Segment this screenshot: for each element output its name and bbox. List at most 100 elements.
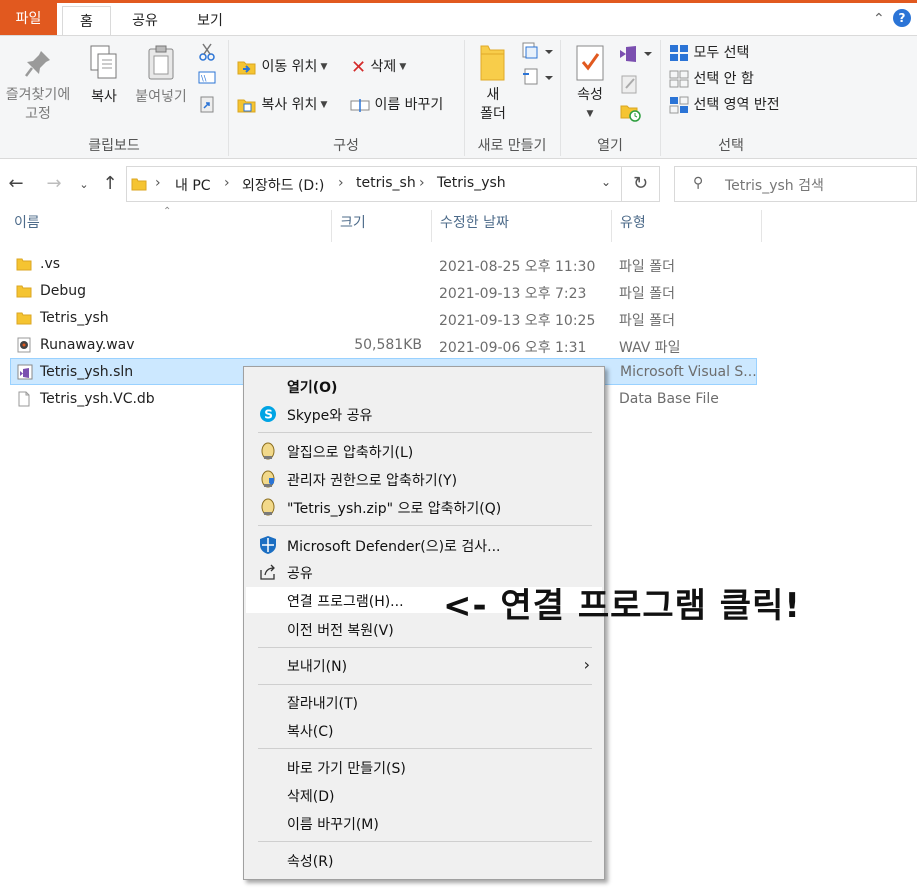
refresh-icon[interactable]: ↻ bbox=[622, 166, 660, 202]
cut-button[interactable] bbox=[198, 42, 216, 66]
chevron-down-icon: ▼ bbox=[399, 62, 407, 72]
menu-item-skype-share[interactable]: S Skype와 공유 bbox=[246, 401, 602, 427]
copy-path-button[interactable]: \\ bbox=[198, 70, 216, 90]
breadcrumb-separator-icon[interactable]: › bbox=[155, 175, 161, 191]
copy-button[interactable]: 복사 bbox=[84, 44, 124, 107]
file-type: WAV 파일 bbox=[619, 340, 681, 356]
paste-button[interactable]: 붙여넣기 bbox=[130, 44, 192, 107]
file-type: Data Base File bbox=[619, 391, 719, 407]
invert-selection-icon bbox=[669, 96, 689, 114]
paste-shortcut-button[interactable] bbox=[198, 94, 216, 118]
column-header-type[interactable]: 유형 bbox=[620, 212, 646, 242]
column-divider[interactable] bbox=[761, 210, 762, 242]
file-row[interactable]: Tetris_ysh 2021-09-13 오후 10:25 파일 폴더 bbox=[10, 305, 757, 332]
search-input[interactable]: ⚲ Tetris_ysh 검색 bbox=[674, 166, 917, 202]
recent-locations-chevron-icon[interactable]: ⌄ bbox=[74, 175, 94, 195]
menu-item-alzip-compress[interactable]: 알집으로 압축하기(L) bbox=[246, 438, 602, 464]
file-type: 파일 폴더 bbox=[619, 259, 675, 275]
column-header-date[interactable]: 수정한 날짜 bbox=[440, 212, 509, 242]
breadcrumb-tetris-ysh[interactable]: Tetris_ysh bbox=[437, 175, 506, 191]
history-button[interactable] bbox=[620, 102, 642, 126]
copy-icon bbox=[90, 45, 117, 79]
menu-item-rename[interactable]: 이름 바꾸기(M) bbox=[246, 810, 602, 836]
properties-icon bbox=[576, 45, 604, 81]
menu-item-create-shortcut[interactable]: 바로 가기 만들기(S) bbox=[246, 754, 602, 780]
move-to-label: 이동 위치 bbox=[261, 59, 318, 75]
select-all-button[interactable]: 모두 선택 bbox=[669, 42, 749, 62]
breadcrumb-tetris-sh[interactable]: tetris_sh bbox=[356, 175, 416, 191]
file-row[interactable]: .vs 2021-08-25 오후 11:30 파일 폴더 bbox=[10, 251, 757, 278]
forward-arrow-icon[interactable]: → bbox=[44, 174, 64, 194]
menu-item-label: Skype와 공유 bbox=[287, 408, 373, 424]
delete-x-icon: ✕ bbox=[351, 56, 367, 78]
properties-button[interactable]: 속성 ▼ bbox=[568, 44, 612, 124]
back-arrow-icon[interactable]: ← bbox=[6, 174, 26, 194]
rename-button[interactable]: 이름 바꾸기 bbox=[350, 94, 443, 114]
ribbon-collapse-icon[interactable]: ⌃ bbox=[873, 11, 887, 27]
invert-selection-button[interactable]: 선택 영역 반전 bbox=[669, 94, 780, 114]
address-dropdown-chevron-icon[interactable]: ⌄ bbox=[601, 175, 611, 189]
menu-item-open[interactable]: 열기(O) bbox=[246, 373, 602, 399]
tab-view[interactable]: 보기 bbox=[190, 6, 230, 38]
menu-item-label: 복사(C) bbox=[287, 724, 334, 740]
svg-text:S: S bbox=[264, 408, 273, 422]
breadcrumb-separator-icon[interactable]: › bbox=[338, 175, 344, 191]
menu-item-defender-scan[interactable]: Microsoft Defender(으)로 검사... bbox=[246, 532, 602, 558]
skype-icon: S bbox=[260, 406, 276, 422]
alzip-icon bbox=[261, 498, 275, 516]
menu-item-label: 삭제(D) bbox=[287, 789, 335, 805]
copy-to-icon bbox=[237, 99, 256, 113]
pin-label-1: 즐겨찾기에 bbox=[5, 87, 71, 103]
menu-item-cut[interactable]: 잘라내기(T) bbox=[246, 689, 602, 715]
copy-label: 복사 bbox=[91, 89, 117, 105]
tab-file[interactable]: 파일 bbox=[0, 3, 57, 35]
menu-item-alzip-admin[interactable]: 관리자 권한으로 압축하기(Y) bbox=[246, 466, 602, 492]
visual-studio-icon bbox=[620, 46, 652, 62]
breadcrumb-separator-icon[interactable]: › bbox=[224, 175, 230, 191]
move-to-button[interactable]: 이동 위치 ▼ bbox=[237, 56, 327, 76]
column-divider[interactable] bbox=[331, 210, 332, 242]
column-header-name[interactable]: 이름 bbox=[14, 212, 40, 242]
menu-item-label: 보내기(N) bbox=[287, 659, 348, 675]
select-none-button[interactable]: 선택 안 함 bbox=[669, 68, 754, 88]
menu-item-properties[interactable]: 속성(R) bbox=[246, 847, 602, 873]
column-header-size[interactable]: 크기 bbox=[340, 212, 366, 242]
file-date: 2021-09-06 오후 1:31 bbox=[439, 340, 587, 356]
new-item-button[interactable] bbox=[521, 42, 555, 64]
menu-item-send-to[interactable]: 보내기(N) › bbox=[246, 652, 602, 678]
pin-icon bbox=[25, 51, 50, 77]
address-bar[interactable]: › 내 PC › 외장하드 (D:) › tetris_sh › Tetris_… bbox=[126, 166, 622, 202]
delete-button[interactable]: ✕ 삭제 ▼ bbox=[351, 56, 406, 78]
menu-separator bbox=[258, 432, 592, 433]
pin-label-2: 고정 bbox=[25, 106, 51, 122]
breadcrumb-separator-icon[interactable]: › bbox=[419, 175, 425, 191]
folder-icon bbox=[16, 285, 32, 298]
menu-item-delete[interactable]: 삭제(D) bbox=[246, 782, 602, 808]
rename-label: 이름 바꾸기 bbox=[374, 97, 444, 113]
breadcrumb-drive[interactable]: 외장하드 (D:) bbox=[242, 175, 324, 195]
menu-item-alzip-zip[interactable]: "Tetris_ysh.zip" 으로 압축하기(Q) bbox=[246, 494, 602, 520]
file-row[interactable]: Debug 2021-09-13 오후 7:23 파일 폴더 bbox=[10, 278, 757, 305]
column-divider[interactable] bbox=[431, 210, 432, 242]
chevron-down-icon: ▼ bbox=[320, 62, 328, 72]
menu-item-label: 관리자 권한으로 압축하기(Y) bbox=[287, 473, 458, 489]
edit-button[interactable] bbox=[620, 74, 640, 98]
share-icon bbox=[260, 564, 275, 580]
tab-share[interactable]: 공유 bbox=[125, 6, 165, 38]
breadcrumb-this-pc[interactable]: 내 PC bbox=[175, 175, 211, 195]
menu-item-copy[interactable]: 복사(C) bbox=[246, 717, 602, 743]
file-name: Tetris_ysh.sln bbox=[40, 364, 134, 380]
copy-to-button[interactable]: 복사 위치 ▼ bbox=[237, 94, 327, 114]
new-item-icon bbox=[522, 42, 553, 59]
help-icon[interactable]: ? bbox=[893, 9, 911, 27]
new-folder-button[interactable]: 새 폴더 bbox=[472, 44, 514, 124]
open-button[interactable] bbox=[618, 44, 654, 68]
easy-access-button[interactable] bbox=[521, 68, 555, 90]
file-row[interactable]: Runaway.wav 50,581KB 2021-09-06 오후 1:31 … bbox=[10, 332, 757, 359]
select-none-icon bbox=[669, 70, 689, 88]
pin-to-quick-access-button[interactable]: 즐겨찾기에 고정 bbox=[2, 48, 74, 124]
column-divider[interactable] bbox=[611, 210, 612, 242]
up-arrow-icon[interactable]: ↑ bbox=[100, 174, 120, 194]
edit-icon bbox=[621, 75, 637, 94]
file-type: 파일 폴더 bbox=[619, 313, 675, 329]
